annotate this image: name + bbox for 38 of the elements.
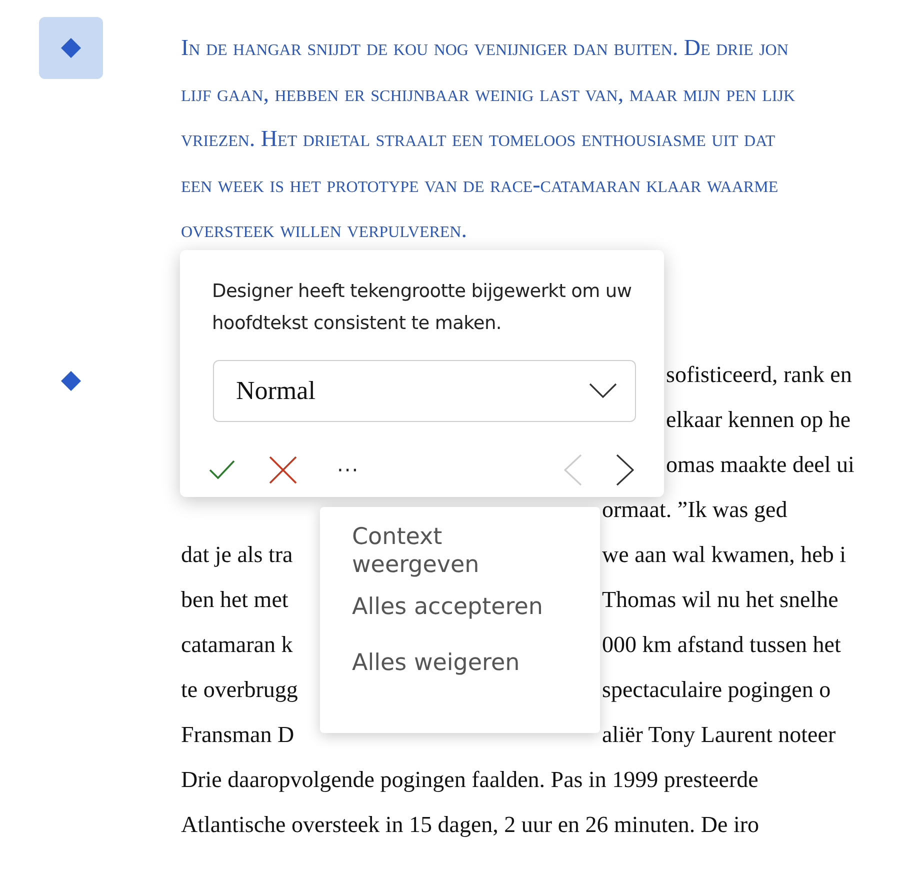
body-text: spectaculaire pogingen o (602, 676, 831, 702)
close-icon (269, 456, 297, 484)
diamond-icon (61, 370, 81, 390)
heading-line: vriezen. Het drietal straalt een tomeloos enthousiasme uit dat (181, 125, 776, 153)
heading-line: lijf gaan, hebben er schijnbaar weinig last van, maar mijn pen lijk (181, 80, 796, 108)
heading-line: oversteek willen verpulveren. (181, 216, 468, 244)
style-dropdown[interactable]: Normal (213, 360, 636, 422)
menu-item[interactable]: Context weergeven (320, 523, 600, 579)
body-text: aliër Tony Laurent noteer (602, 722, 836, 746)
diamond-icon (61, 38, 81, 58)
chevron-down-icon (589, 383, 617, 399)
menu-item[interactable]: Alles weigeren (320, 649, 600, 677)
chevron-right-icon (616, 454, 634, 486)
body-text: Atlantische oversteek in 15 dagen, 2 uur en 26 minuten. De iro (181, 810, 760, 839)
reject-button[interactable] (267, 454, 299, 486)
accept-button[interactable] (207, 458, 237, 482)
heading-line: In de hangar snijdt de kou nog venijniger dan buiten. De drie jon (181, 34, 790, 62)
menu-item[interactable]: Alles accepteren (320, 593, 600, 621)
check-icon (209, 460, 235, 480)
body-text: omas maakte deel ui (666, 452, 854, 476)
body-text: Drie daaropvolgende pogingen faalden. Pas in 1999 presteerde (181, 766, 758, 794)
more-button[interactable]: ··· (333, 456, 364, 484)
paragraph-marker[interactable] (39, 17, 103, 79)
body-text: ben het met (181, 586, 288, 612)
body-text: sofisticeerd, rank en (666, 362, 852, 386)
body-text: Fransman D (181, 722, 294, 746)
body-text: elkaar kennen op he (666, 406, 851, 432)
body-text: we aan wal kwamen, heb i (602, 542, 846, 566)
chevron-left-icon (564, 454, 582, 486)
body-text: 000 km afstand tussen het (602, 632, 841, 656)
next-button[interactable] (614, 452, 636, 488)
body-text: te overbrugg (181, 676, 298, 702)
body-text: Thomas wil nu het snelhe (602, 586, 838, 612)
body-text: dat je als tra (181, 542, 293, 566)
popup-message: Designer heeft tekengrootte bijgewerkt om uw hoofdtekst consistent te maken. (212, 280, 633, 336)
heading-line: een week is het prototype van de race-catamaran klaar waarme (181, 170, 780, 198)
body-text: catamaran k (181, 632, 293, 656)
body-text: ormaat. ”Ik was ged (602, 496, 788, 522)
